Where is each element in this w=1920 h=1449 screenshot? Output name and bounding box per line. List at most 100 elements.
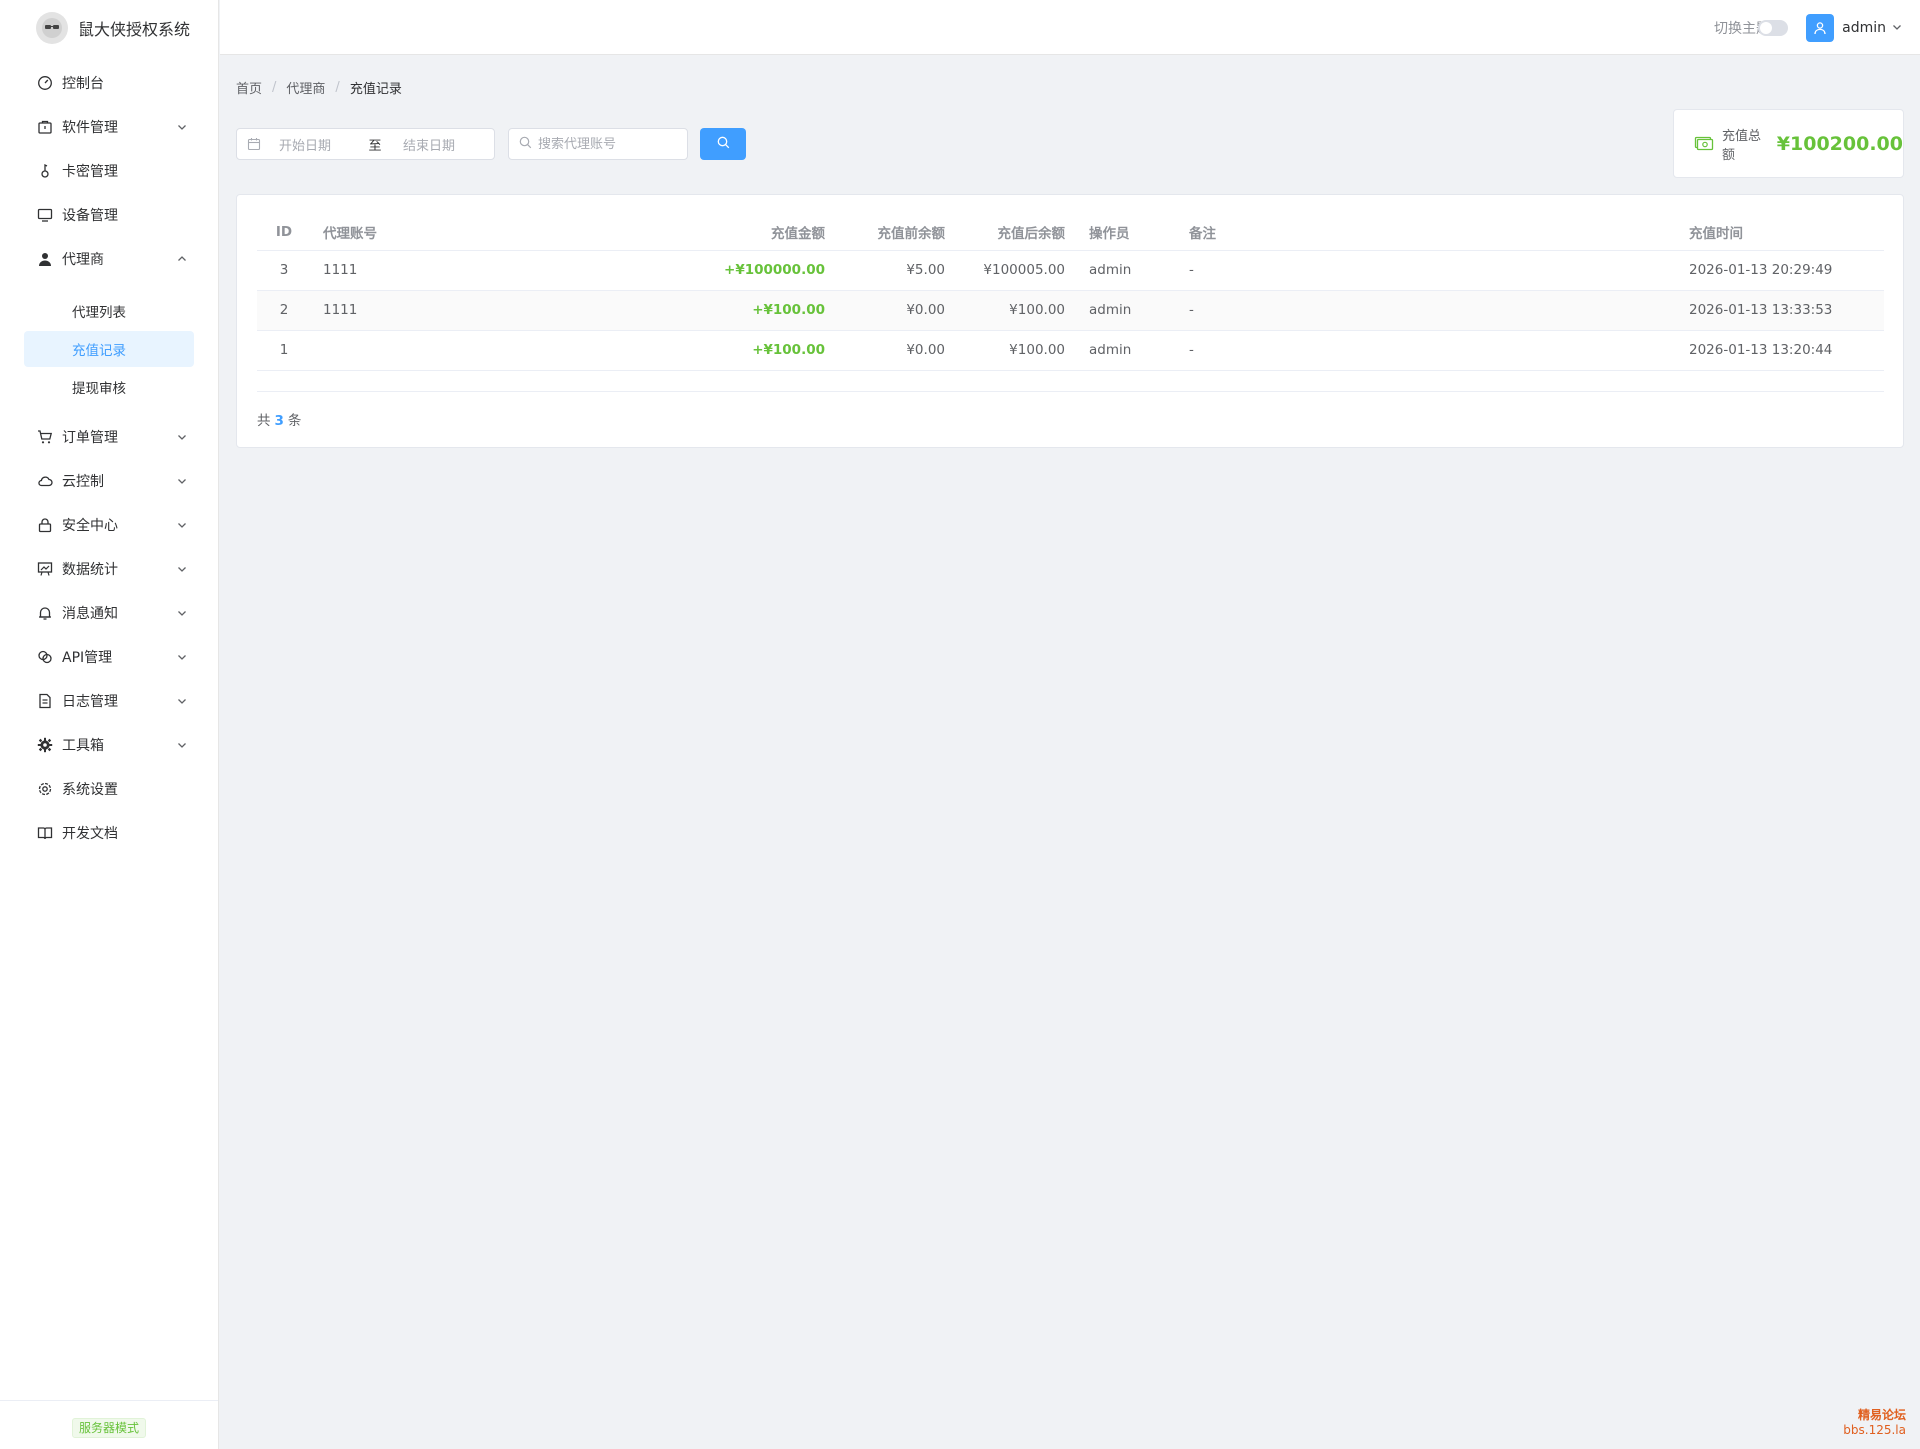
sidebar-item-13[interactable]: 系统设置 [0,767,218,811]
end-date-input[interactable]: 结束日期 [403,135,455,154]
sidebar-item-14[interactable]: 开发文档 [0,811,218,855]
user-icon [36,250,54,268]
calendar-icon [247,137,261,151]
breadcrumb-home[interactable]: 首页 [236,78,262,97]
sidebar-item-label: 消息通知 [62,606,118,622]
cell-account: 1111 [311,250,711,291]
logo[interactable]: 鼠大侠授权系统 [0,0,218,55]
breadcrumb: 首页 / 代理商 / 充值记录 [236,78,402,97]
date-range-picker[interactable]: 开始日期 至 结束日期 [236,128,495,160]
pagination-total: 共3条 [257,409,301,429]
sidebar-item: 代理商代理列表 充值记录 提现审核 [0,237,218,415]
cell-balance-before: ¥0.00 [837,330,957,371]
sidebar-item-7[interactable]: 安全中心 [0,503,218,547]
sidebar-item-label: 设备管理 [62,208,118,224]
table-header-row: ID 代理账号 充值金额 充值前余额 充值后余额 操作员 备注 充值时间 [257,215,1884,251]
column-header-account[interactable]: 代理账号 [311,215,711,251]
cell-balance-after: ¥100005.00 [957,250,1077,291]
sidebar-item-10[interactable]: API管理 [0,635,218,679]
sidebar-item: 设备管理 [0,193,218,237]
sidebar-item-12[interactable]: 工具箱 [0,723,218,767]
sidebar-item: 系统设置 [0,767,218,811]
sidebar-subitem-2[interactable]: 提现审核 [24,369,194,405]
column-header-operator[interactable]: 操作员 [1077,215,1177,251]
range-separator: 至 [368,138,382,154]
sidebar-item-3[interactable]: 设备管理 [0,193,218,237]
logo-avatar-icon [36,11,68,44]
settings-icon [36,780,54,798]
sidebar-item-label: 控制台 [62,76,104,92]
cell-balance-after: ¥100.00 [957,290,1077,331]
cell-amount: +¥100.00 [711,330,837,371]
recharge-records-table: ID 代理账号 充值金额 充值前余额 充值后余额 操作员 备注 充值时间 3 11… [257,215,1884,371]
recharge-table-card: ID 代理账号 充值金额 充值前余额 充值后余额 操作员 备注 充值时间 3 11… [236,194,1904,448]
sidebar-item: API管理 [0,635,218,679]
dashboard-icon [36,74,54,92]
cell-id: 2 [257,290,311,331]
lock-icon [36,516,54,534]
column-header-time[interactable]: 充值时间 [1677,215,1884,251]
user-name: admin [1842,20,1886,36]
table-row[interactable]: 2 1111 +¥100.00 ¥0.00 ¥100.00 admin -2026-01-1… [257,290,1884,331]
chevron-down-icon [176,519,188,531]
user-menu[interactable]: admin [1806,14,1902,42]
breadcrumb-agent[interactable]: 代理商 [286,78,325,97]
sidebar-item-0[interactable]: 控制台 [0,61,218,105]
key-icon [36,162,54,180]
sidebar-divider [0,1400,218,1401]
breadcrumb-separator: / [335,80,340,95]
column-header-balance-after[interactable]: 充值后余额 [957,215,1077,251]
table-row[interactable]: 3 1111 +¥100000.00 ¥5.00 ¥100005.00 admin -202… [257,250,1884,291]
link-icon [36,648,54,666]
sidebar-subitem-0[interactable]: 代理列表 [24,293,194,329]
theme-toggle-switch[interactable] [1758,20,1788,36]
table-bottom-divider [257,391,1884,392]
sidebar-item-2[interactable]: 卡密管理 [0,149,218,193]
sidebar-item-4[interactable]: 代理商 [0,237,218,281]
sidebar-item: 订单管理 [0,415,218,459]
sidebar-item: 数据统计 [0,547,218,591]
sidebar-item-label: 日志管理 [62,694,118,710]
sidebar-item-9[interactable]: 消息通知 [0,591,218,635]
start-date-input[interactable]: 开始日期 [279,135,359,154]
search-button[interactable] [700,128,746,160]
cell-note: - [1177,290,1677,331]
sidebar-item: 软件管理 [0,105,218,149]
sidebar-item-label: 工具箱 [62,738,104,754]
column-header-amount[interactable]: 充值金额 [711,215,837,251]
sidebar-item-8[interactable]: 数据统计 [0,547,218,591]
cell-time: 2026-01-13 13:20:44 [1677,330,1884,371]
monitor-icon [36,206,54,224]
column-header-note[interactable]: 备注 [1177,215,1677,251]
sidebar-item-5[interactable]: 订单管理 [0,415,218,459]
bell-icon [36,604,54,622]
sidebar-item-label: 系统设置 [62,782,118,798]
sidebar-item-label: 代理商 [62,252,104,268]
sidebar-item-label: 安全中心 [62,518,118,534]
sidebar-item-6[interactable]: 云控制 [0,459,218,503]
app-title: 鼠大侠授权系统 [78,19,191,39]
package-icon [36,118,54,136]
money-icon [1694,134,1714,154]
column-header-balance-before[interactable]: 充值前余额 [837,215,957,251]
sidebar-item: 开发文档 [0,811,218,855]
mode-badge: 服务器模式 [72,1418,147,1438]
sidebar-item-11[interactable]: 日志管理 [0,679,218,723]
table-row[interactable]: 1 +¥100.00 ¥0.00 ¥100.00 admin -2026-01-13 13… [257,330,1884,371]
sidebar-subitem-1[interactable]: 充值记录 [24,331,194,367]
cell-amount: +¥100000.00 [711,250,837,291]
book-icon [36,824,54,842]
chevron-up-icon [176,253,188,265]
cell-operator: admin [1077,330,1177,371]
sidebar-item-1[interactable]: 软件管理 [0,105,218,149]
agent-search-input[interactable] [538,136,678,152]
chevron-down-icon [176,739,188,751]
agent-search-field[interactable] [508,128,688,160]
breadcrumb-current: 充值记录 [349,82,402,97]
cell-id: 1 [257,330,311,371]
sidebar-item: 日志管理 [0,679,218,723]
recharge-total-card: 充值总额 ¥100200.00 [1673,109,1904,178]
search-icon [519,136,532,153]
column-header-id[interactable]: ID [257,215,311,251]
cell-balance-before: ¥5.00 [837,250,957,291]
